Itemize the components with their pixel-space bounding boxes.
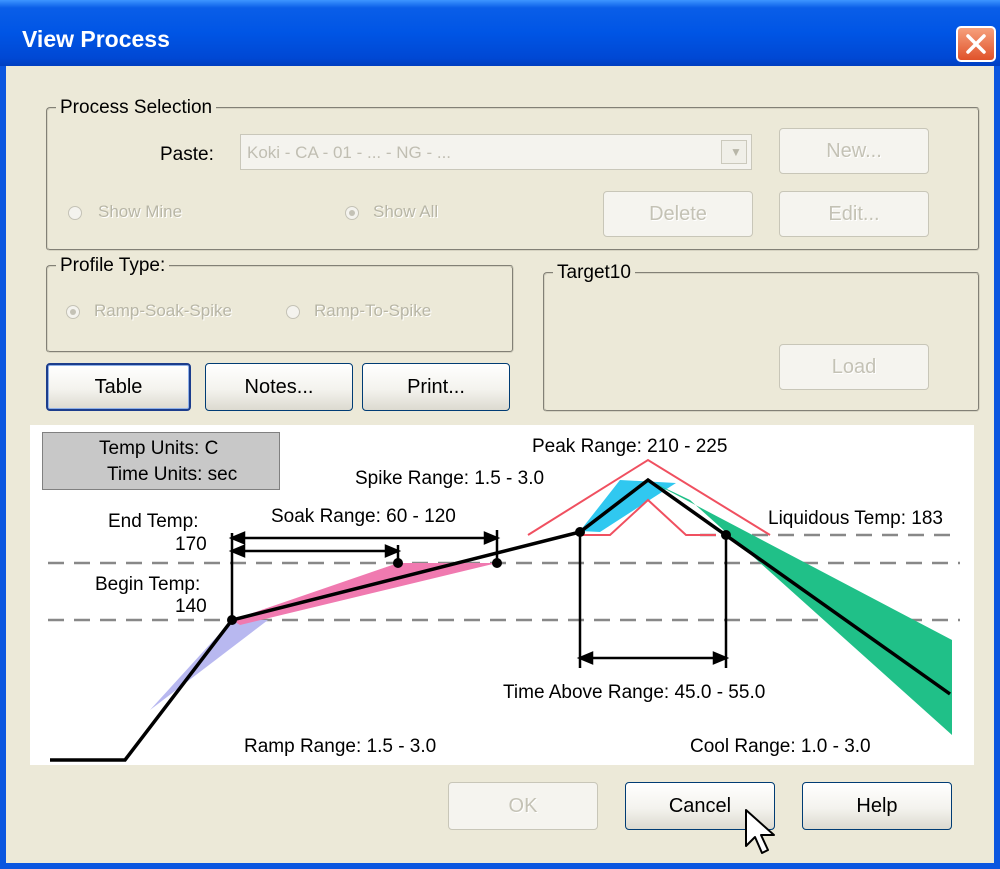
paste-select-dropdown-button[interactable]: ▼ [721, 140, 747, 164]
show-all-label: Show All [373, 202, 439, 221]
ramp-to-spike-radio[interactable] [286, 305, 300, 319]
show-all-radio[interactable] [345, 206, 359, 220]
liquidous-temp-label: Liquidous Temp: 183 [768, 508, 943, 529]
close-button[interactable] [956, 26, 996, 62]
units-box: Temp Units: C Time Units: sec [42, 432, 280, 490]
table-button[interactable]: Table [46, 363, 191, 411]
ramp-to-spike-label: Ramp-To-Spike [314, 301, 432, 320]
help-button[interactable]: Help [802, 782, 952, 830]
temp-units-label: Temp Units: C [99, 438, 219, 459]
ramp-soak-spike-radio[interactable] [66, 305, 80, 319]
end-temp-label: End Temp: [108, 511, 198, 532]
delete-button[interactable]: Delete [603, 191, 753, 237]
paste-select[interactable]: Koki - CA - 01 - ... - NG - ... ▼ [240, 134, 752, 170]
begin-temp-value: 140 [175, 596, 207, 617]
new-button[interactable]: New... [779, 128, 929, 174]
close-icon [966, 34, 986, 54]
paste-select-value: Koki - CA - 01 - ... - NG - ... [247, 143, 452, 162]
load-button[interactable]: Load [779, 344, 929, 390]
paste-label: Paste: [160, 144, 214, 165]
notes-button[interactable]: Notes... [205, 363, 353, 411]
peak-range-label: Peak Range: 210 - 225 [532, 436, 727, 457]
soak-range-fill [232, 563, 497, 625]
spike-range-label: Spike Range: 1.5 - 3.0 [355, 468, 544, 489]
mouse-cursor-icon [745, 809, 775, 854]
time-units-label: Time Units: sec [107, 464, 238, 485]
window-title: View Process [22, 26, 170, 52]
cool-range-label: Cool Range: 1.0 - 3.0 [690, 736, 871, 757]
profile-type-legend: Profile Type: [60, 255, 166, 276]
print-button[interactable]: Print... [362, 363, 510, 411]
ramp-range-label: Ramp Range: 1.5 - 3.0 [244, 736, 436, 757]
ok-button[interactable]: OK [448, 782, 598, 830]
ramp-soak-spike-label: Ramp-Soak-Spike [94, 301, 232, 320]
target-legend: Target10 [557, 262, 631, 283]
chevron-down-icon: ▼ [730, 145, 742, 159]
time-above-range-brackets [576, 532, 730, 668]
title-bar[interactable]: View Process [0, 0, 1000, 66]
process-selection-legend: Process Selection [60, 97, 213, 118]
show-mine-radio[interactable] [68, 206, 82, 220]
soak-range-label: Soak Range: 60 - 120 [271, 506, 456, 527]
begin-temp-label: Begin Temp: [95, 574, 200, 595]
time-above-range-label: Time Above Range: 45.0 - 55.0 [503, 682, 765, 703]
show-mine-label: Show Mine [98, 202, 183, 221]
edit-button[interactable]: Edit... [779, 191, 929, 237]
end-temp-value: 170 [175, 534, 207, 555]
ramp-range-fill [150, 620, 268, 710]
view-process-dialog: View Process Process Selection Paste: Ko… [0, 0, 1000, 869]
